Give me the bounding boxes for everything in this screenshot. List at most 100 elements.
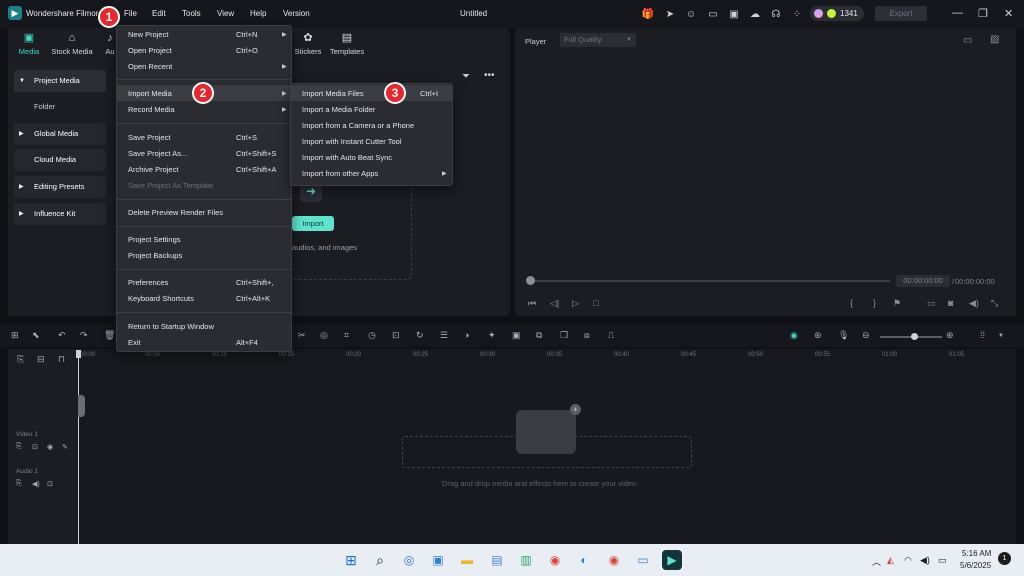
notepad-icon[interactable]: ▤	[487, 550, 507, 570]
tab-stickers[interactable]: ✿ Stickers	[292, 32, 324, 56]
magnet-icon[interactable]: ⊓	[58, 354, 65, 365]
mark-in-icon[interactable]: {	[850, 298, 853, 308]
multi-clip-icon[interactable]: ⧈	[584, 330, 590, 341]
speaker-icon[interactable]: ◀)	[920, 555, 930, 566]
menu-item-keyboard-shortcuts[interactable]: Keyboard Shortcuts	[128, 294, 194, 303]
menu-item-delete-render-files[interactable]: Delete Preview Render Files	[128, 208, 223, 217]
close-icon[interactable]: ✕	[1004, 7, 1013, 20]
crop-icon[interactable]: ⌗	[344, 330, 349, 341]
undo-icon[interactable]: ↶	[58, 330, 66, 341]
add-track-icon[interactable]: ⎘	[17, 354, 24, 365]
export-button[interactable]: Export	[875, 6, 927, 21]
fullscreen-icon[interactable]: ⤡	[991, 298, 998, 309]
cloud-icon[interactable]: ☁	[749, 8, 761, 20]
menu-tools[interactable]: Tools	[182, 9, 201, 18]
zoom-slider-handle[interactable]	[911, 333, 918, 340]
sidebar-item-cloud-media[interactable]: Cloud Media	[14, 149, 106, 171]
color-icon[interactable]: ◑	[464, 330, 469, 340]
record-icon[interactable]: ▣	[512, 330, 521, 341]
menu-item-new-project[interactable]: New Project	[128, 30, 168, 39]
link-icon[interactable]: ⊟	[37, 354, 45, 365]
layout-grid-icon[interactable]: ⊞	[11, 330, 19, 341]
tray-app-icon[interactable]: ◭	[887, 555, 894, 566]
copilot-icon[interactable]: ◎	[399, 550, 419, 570]
send-icon[interactable]: ➤	[664, 8, 676, 20]
clock-time[interactable]: 5:16 AM	[962, 549, 991, 558]
timer-icon[interactable]: ◷	[368, 330, 376, 341]
chevron-down-icon[interactable]: ▼	[998, 333, 1004, 339]
quality-select[interactable]: Full Quality ▼	[560, 33, 636, 47]
keyboard-icon[interactable]: ▭	[707, 8, 719, 20]
feedback-icon[interactable]: ☺	[685, 8, 697, 20]
maximize-icon[interactable]: ❐	[978, 7, 988, 20]
menu-item-import-from-camera[interactable]: Import from a Camera or a Phone	[302, 121, 414, 130]
player-progress-bar[interactable]	[530, 280, 890, 282]
tab-templates[interactable]: ▤ Templates	[327, 32, 367, 56]
group-icon[interactable]: ⧉	[536, 330, 542, 341]
split-icon[interactable]: ✂	[298, 330, 306, 341]
menu-item-save-project[interactable]: Save Project	[128, 133, 171, 142]
menu-item-project-settings[interactable]: Project Settings	[128, 235, 181, 244]
volume-icon[interactable]: ◀)	[969, 298, 979, 309]
menu-item-import-media[interactable]: Import Media	[128, 89, 172, 98]
menu-item-record-media[interactable]: Record Media	[128, 105, 175, 114]
freeze-icon[interactable]: ⎍	[608, 330, 614, 341]
menu-item-import-media-folder[interactable]: Import a Media Folder	[302, 105, 375, 114]
import-button[interactable]: Import	[292, 216, 334, 231]
menu-help[interactable]: Help	[250, 9, 266, 18]
battery-icon[interactable]: ▭	[938, 555, 947, 566]
tab-stock-media[interactable]: ⌂ Stock Media	[48, 32, 96, 56]
filmora-taskbar-icon[interactable]: ▶	[662, 550, 682, 570]
microphone-icon[interactable]: 🎙	[838, 330, 849, 341]
video-track-icon[interactable]: ⎘	[16, 443, 22, 451]
camera-icon[interactable]: ◙	[948, 298, 953, 308]
eye-icon[interactable]: ◉	[47, 443, 53, 451]
clock-date[interactable]: 5/6/2025	[960, 561, 991, 570]
display-icon[interactable]: ▭	[927, 298, 936, 309]
sidebar-item-global-media[interactable]: ▶ Global Media	[14, 123, 106, 145]
tab-media[interactable]: ▣ Media	[14, 32, 44, 56]
snapshot-layout-icon[interactable]: ▭	[963, 35, 972, 46]
copy-icon[interactable]: ❐	[560, 330, 568, 341]
redo-icon[interactable]: ↷	[80, 330, 88, 341]
sidebar-item-editing-presets[interactable]: ▶ Editing Presets	[14, 176, 106, 198]
rotate-icon[interactable]: ↻	[416, 330, 424, 341]
spreadsheet-icon[interactable]: ▥	[516, 550, 536, 570]
zoom-in-icon[interactable]: ⊕	[946, 330, 954, 341]
menu-item-project-backups[interactable]: Project Backups	[128, 251, 182, 260]
speed-icon[interactable]: ◎	[320, 330, 328, 341]
menu-file[interactable]: File	[124, 9, 137, 18]
chrome-profile-icon[interactable]: ◉	[604, 550, 624, 570]
menu-item-import-media-files[interactable]: Import Media Files	[302, 89, 364, 98]
notification-badge[interactable]: 1	[998, 552, 1011, 565]
edge-icon[interactable]: ◐	[574, 550, 594, 570]
menu-item-preferences[interactable]: Preferences	[128, 278, 168, 287]
minimize-icon[interactable]: —	[952, 7, 963, 19]
track-resize-handle[interactable]	[78, 395, 85, 417]
auto-highlight-icon[interactable]: ⊛	[814, 330, 822, 341]
menu-item-import-instant-cutter[interactable]: Import with Instant Cutter Tool	[302, 137, 402, 146]
menu-edit[interactable]: Edit	[152, 9, 166, 18]
marker-icon[interactable]: ⚑	[893, 298, 901, 309]
adjust-icon[interactable]: ☰	[440, 330, 448, 341]
menu-item-import-other-apps[interactable]: Import from other Apps	[302, 169, 378, 178]
stop-icon[interactable]: □	[593, 298, 598, 308]
track-layout-icon[interactable]: ⁞⁞	[980, 330, 985, 340]
save-icon[interactable]: ▣	[728, 8, 740, 20]
ai-tool-icon[interactable]: ✦	[488, 330, 496, 341]
sidebar-item-influence-kit[interactable]: ▶ Influence Kit	[14, 203, 106, 225]
transform-icon[interactable]: ⊡	[392, 330, 400, 341]
playhead[interactable]	[78, 352, 79, 544]
sidebar-item-project-media[interactable]: ▼ Project Media	[14, 70, 106, 92]
photos-icon[interactable]: ▣	[428, 550, 448, 570]
mute-icon[interactable]: ✎	[62, 443, 68, 451]
gift-icon[interactable]: 🎁	[642, 8, 654, 20]
menu-item-return-to-startup[interactable]: Return to Startup Window	[128, 322, 214, 331]
zoom-out-icon[interactable]: ⊖	[862, 330, 870, 341]
menu-version[interactable]: Version	[283, 9, 310, 18]
menu-item-open-recent[interactable]: Open Recent	[128, 62, 172, 71]
player-screen[interactable]	[515, 52, 1016, 266]
select-tool-icon[interactable]: ⬉	[32, 330, 40, 341]
menu-item-exit[interactable]: Exit	[128, 338, 141, 347]
app-icon[interactable]: ▭	[633, 550, 653, 570]
